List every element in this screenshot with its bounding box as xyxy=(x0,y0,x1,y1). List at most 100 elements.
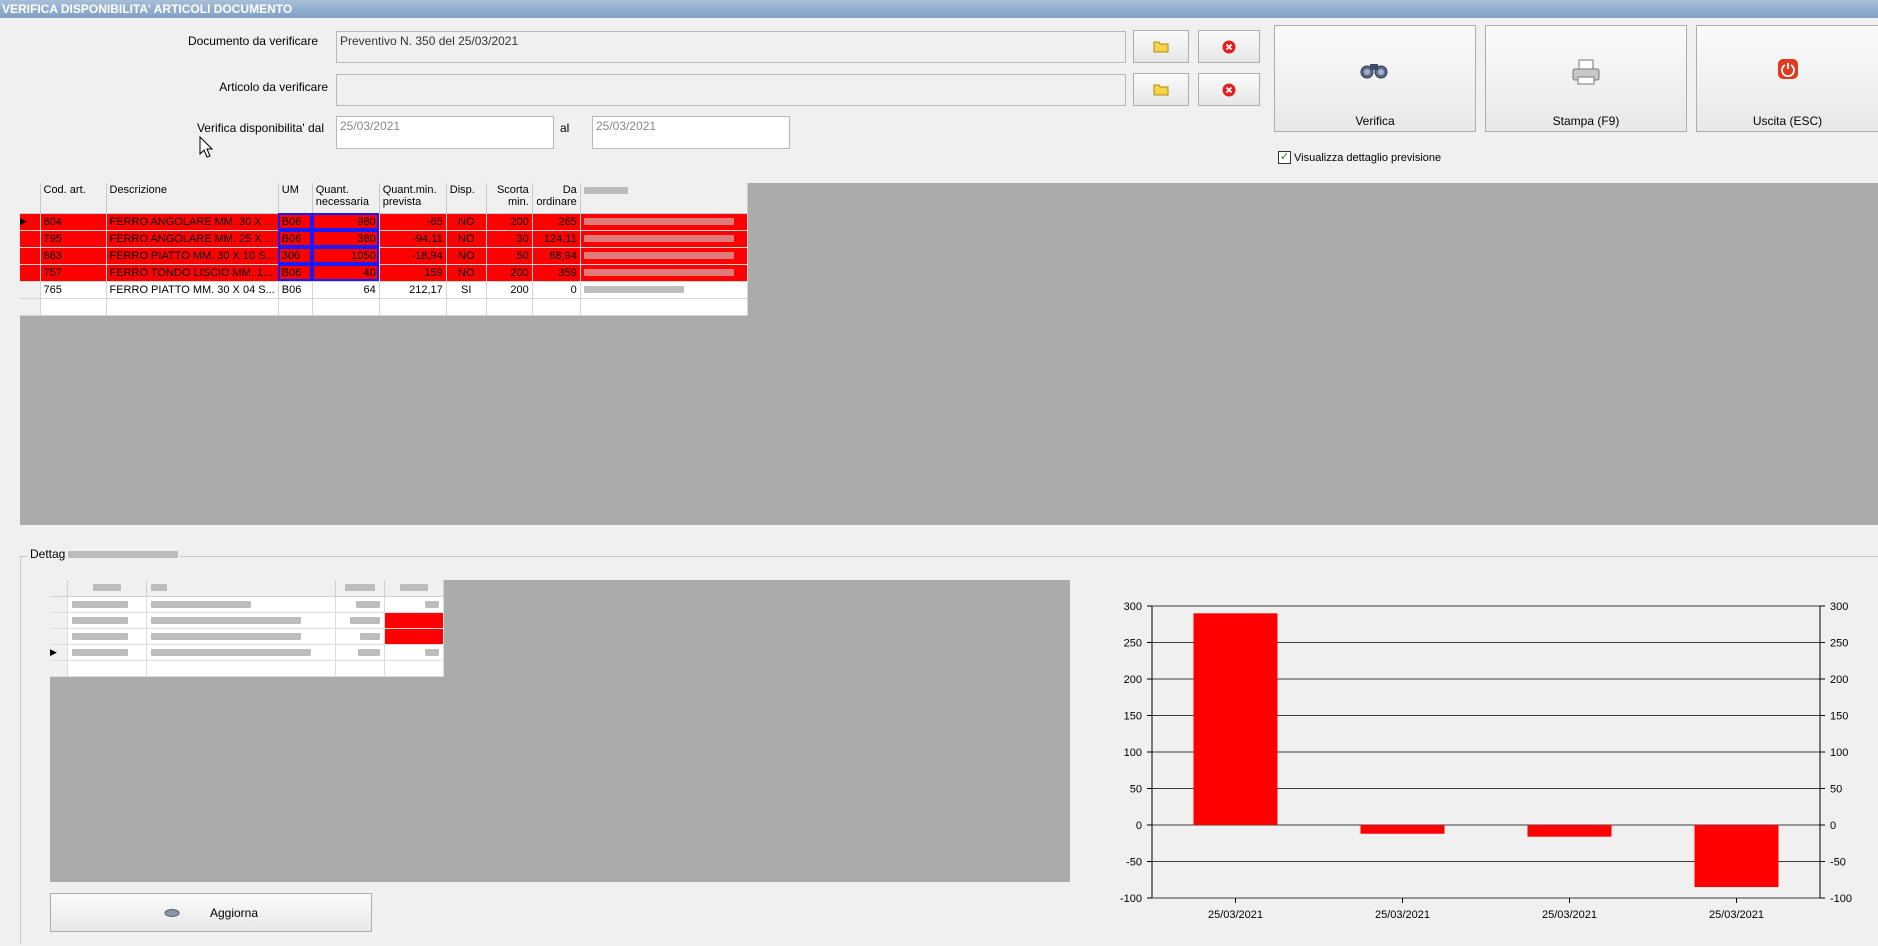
cell-cod[interactable]: 765 xyxy=(40,281,107,299)
table-row[interactable]: 757 FERRO TONDO LISCIO MM. 1... B06 40 159 NO… xyxy=(20,264,748,282)
cell-scorta[interactable]: 50 xyxy=(486,247,533,265)
cell-um[interactable]: B06 xyxy=(278,281,313,299)
row-selector[interactable] xyxy=(20,264,41,282)
cell-scorta[interactable]: 200 xyxy=(486,264,533,282)
cell-blurred[interactable] xyxy=(580,281,748,299)
cell-um[interactable]: B06 xyxy=(278,213,313,231)
dettaglio-grid[interactable]: ▶ xyxy=(50,580,1070,882)
folder-icon xyxy=(1153,84,1169,96)
cell-blurred[interactable] xyxy=(580,247,748,265)
row-selector[interactable] xyxy=(20,281,41,299)
uscita-label: Uscita (ESC) xyxy=(1752,114,1823,128)
cell-descrizione[interactable]: FERRO ANGOLARE MM. 25 X ... xyxy=(106,230,279,248)
table-row[interactable] xyxy=(50,628,444,645)
previsione-chart: 300 300 250 250 200 200 150 150 100 100 50 50 0 0 -50 -… xyxy=(1110,588,1878,924)
stampa-button[interactable]: Stampa (F9) xyxy=(1485,25,1687,132)
articolo-browse-button[interactable] xyxy=(1133,73,1189,106)
cell-disp[interactable]: SI xyxy=(446,281,487,299)
cell-scorta[interactable]: 30 xyxy=(486,230,533,248)
col-qnec[interactable]: Quant. necessaria xyxy=(312,183,380,214)
table-row[interactable]: 795 FERRO ANGOLARE MM. 25 X ... B06 380 -94,… xyxy=(20,230,748,248)
col-cod[interactable]: Cod. art. xyxy=(40,183,107,214)
cell-cod[interactable]: 804 xyxy=(40,213,107,231)
aggiorna-label: Aggiorna xyxy=(209,905,259,920)
articolo-clear-button[interactable] xyxy=(1198,73,1260,106)
binoculars-icon xyxy=(1360,64,1388,79)
table-row[interactable]: ▶ xyxy=(50,644,444,661)
table-row[interactable]: ▶ 804 FERRO ANGOLARE MM. 30 X ... B06 980 -65… xyxy=(20,213,748,231)
table-row[interactable]: 765 FERRO PIATTO MM. 30 X 04 S... B06 64 212… xyxy=(20,281,748,299)
cell-scorta[interactable]: 200 xyxy=(486,281,533,299)
cell-descrizione[interactable]: FERRO TONDO LISCIO MM. 1... xyxy=(106,264,279,282)
articolo-label: Articolo da verificare xyxy=(219,80,328,94)
cell-daord[interactable]: 0 xyxy=(532,281,581,299)
cell-qnec[interactable]: 1050 xyxy=(312,247,380,265)
cell-cod[interactable]: 795 xyxy=(40,230,107,248)
cell-disp[interactable]: NO xyxy=(446,247,487,265)
cell-descrizione[interactable]: FERRO PIATTO MM. 30 X 10 S... xyxy=(106,247,279,265)
chart-bar xyxy=(1527,825,1612,837)
cell-blurred[interactable] xyxy=(580,230,748,248)
col-scorta[interactable]: Scorta min. xyxy=(486,183,533,214)
col-descrizione[interactable]: Descrizione xyxy=(106,183,279,214)
cell-um[interactable]: B06 xyxy=(278,230,313,248)
col-disp[interactable]: Disp. xyxy=(446,183,487,214)
documento-field[interactable]: Preventivo N. 350 del 25/03/2021 xyxy=(336,31,1126,63)
table-row[interactable] xyxy=(50,612,444,629)
cell-blurred[interactable] xyxy=(580,213,748,231)
dal-date-field[interactable]: 25/03/2021 xyxy=(336,116,554,149)
uscita-button[interactable]: Uscita (ESC) xyxy=(1696,25,1878,132)
cell-cod[interactable]: 863 xyxy=(40,247,107,265)
cell-qnec[interactable]: 40 xyxy=(312,264,380,282)
cell-qnec[interactable]: 380 xyxy=(312,230,380,248)
y-tick-label-right: -50 xyxy=(1830,857,1846,869)
cell-disp[interactable]: NO xyxy=(446,264,487,282)
folder-icon xyxy=(1153,41,1169,53)
col-um[interactable]: UM xyxy=(278,183,313,214)
row-selector[interactable] xyxy=(20,247,41,265)
y-tick-label-right: 300 xyxy=(1830,601,1848,613)
cell-scorta[interactable]: 200 xyxy=(486,213,533,231)
y-tick-label-right: 0 xyxy=(1830,820,1836,832)
cell-cod[interactable]: 757 xyxy=(40,264,107,282)
table-row[interactable]: 863 FERRO PIATTO MM. 30 X 10 S... 306 1050-… xyxy=(20,247,748,265)
al-date-field[interactable]: 25/03/2021 xyxy=(592,116,790,149)
col-blurred[interactable] xyxy=(580,183,748,214)
cell-disp[interactable]: NO xyxy=(446,213,487,231)
cell-qmin[interactable]: -18,94 xyxy=(379,247,447,265)
cell-blurred[interactable] xyxy=(580,264,748,282)
cell-qnec[interactable]: 64 xyxy=(312,281,380,299)
articolo-field[interactable] xyxy=(336,74,1126,106)
cell-daord[interactable]: 359 xyxy=(532,264,581,282)
col-daord[interactable]: Da ordinare xyxy=(532,183,581,214)
articoli-grid[interactable]: Cod. art. Descrizione UM Quant. necessar… xyxy=(20,183,1878,525)
cell-um[interactable]: B06 xyxy=(278,264,313,282)
y-tick-label-left: 50 xyxy=(1130,784,1142,796)
documento-clear-button[interactable] xyxy=(1198,30,1260,63)
cell-um[interactable]: 306 xyxy=(278,247,313,265)
cell-disp[interactable]: NO xyxy=(446,230,487,248)
table-row[interactable] xyxy=(50,660,444,677)
cell-qmin[interactable]: -65 xyxy=(379,213,447,231)
dettaglio-checkbox[interactable]: ✓ xyxy=(1278,151,1291,164)
y-tick-label-left: 250 xyxy=(1124,638,1142,650)
cell-daord[interactable]: 68,94 xyxy=(532,247,581,265)
cell-daord[interactable]: 265 xyxy=(532,213,581,231)
cell-qmin[interactable]: -94,11 xyxy=(379,230,447,248)
table-row[interactable] xyxy=(50,596,444,613)
cell-daord[interactable]: 124,11 xyxy=(532,230,581,248)
verifica-button[interactable]: Verifica xyxy=(1274,25,1476,132)
cell-qmin[interactable]: 212,17 xyxy=(379,281,447,299)
cell-qmin[interactable]: 159 xyxy=(379,264,447,282)
dettaglio-table: ▶ xyxy=(50,580,444,677)
documento-browse-button[interactable] xyxy=(1133,30,1189,63)
col-qmin[interactable]: Quant.min. prevista xyxy=(379,183,447,214)
row-selector[interactable] xyxy=(20,230,41,248)
cell-descrizione[interactable]: FERRO ANGOLARE MM. 30 X ... xyxy=(106,213,279,231)
row-selector[interactable]: ▶ xyxy=(20,213,41,231)
aggiorna-button[interactable]: Aggiorna xyxy=(50,893,372,932)
row-header-corner xyxy=(50,580,68,597)
x-tick-label: 25/03/2021 xyxy=(1208,909,1263,921)
cell-qnec[interactable]: 980 xyxy=(312,213,380,231)
cell-descrizione[interactable]: FERRO PIATTO MM. 30 X 04 S... xyxy=(106,281,279,299)
